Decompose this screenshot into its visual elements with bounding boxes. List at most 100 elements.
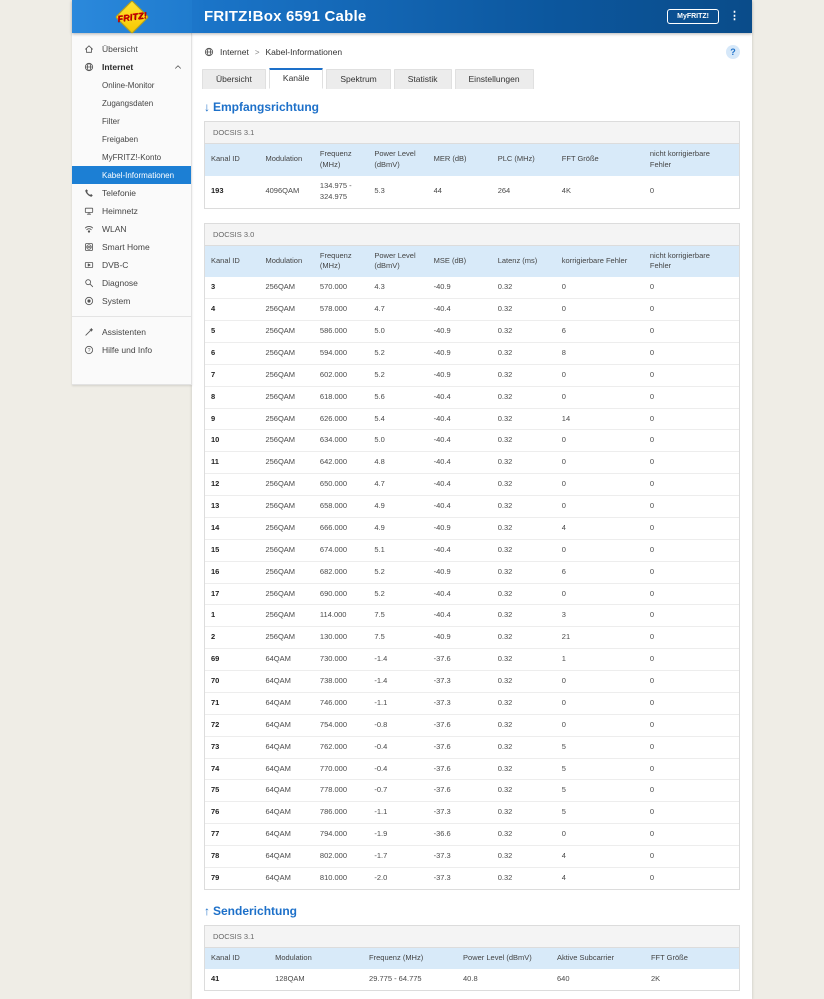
- table-cell: 64QAM: [259, 758, 314, 781]
- table-cell: 618.000: [313, 386, 369, 409]
- table-cell: 5.2: [368, 583, 428, 606]
- table-cell: 0: [555, 583, 644, 606]
- wifi-icon: [84, 226, 94, 233]
- table-cell: 5.3: [374, 186, 385, 196]
- page-title: FRITZ!Box 6591 Cable: [204, 8, 367, 25]
- table-cell: 0.32: [491, 277, 556, 300]
- table-cell: 0: [643, 561, 739, 584]
- table-cell: 0: [555, 298, 644, 321]
- tab-einstellungen[interactable]: Einstellungen: [454, 69, 534, 89]
- table-cell: 0.32: [491, 583, 556, 606]
- table-cell: 12: [205, 473, 260, 496]
- table-cell: -40.4: [427, 473, 492, 496]
- sidebar-item-kabel-informationen[interactable]: Kabel-Informationen: [72, 166, 191, 184]
- sidebar-item-freigaben[interactable]: Freigaben: [72, 130, 191, 148]
- table-cell: 746.000: [313, 692, 369, 715]
- table-cell: 76: [205, 801, 260, 825]
- table-cell: 0.32: [491, 648, 556, 671]
- table-cell: -40.9: [427, 517, 492, 540]
- table-cell: 6: [555, 320, 644, 343]
- table-cell: 64QAM: [259, 845, 314, 868]
- help-button[interactable]: ?: [726, 45, 740, 59]
- fritz-logo[interactable]: FRITZ!: [72, 0, 192, 34]
- table-cell: 256QAM: [259, 277, 314, 300]
- sidebar-item-filter[interactable]: Filter: [72, 112, 191, 130]
- tab-statistik[interactable]: Statistik: [393, 69, 452, 89]
- down-arrow-icon: ↓: [204, 100, 210, 114]
- table-cell: 41: [211, 973, 220, 983]
- table-cell: 0: [643, 692, 739, 715]
- table-cell: -40.4: [427, 451, 492, 475]
- table-cell: 0.32: [491, 364, 556, 387]
- table-row: 74 64QAM 770.000 -0.4 -37.6 0.32 5 0: [205, 758, 739, 781]
- sidebar-item-wlan[interactable]: WLAN: [72, 220, 191, 238]
- table-cell: 594.000: [313, 342, 369, 365]
- tab-uebersicht[interactable]: Übersicht: [202, 69, 266, 89]
- table-cell: 0: [555, 429, 644, 453]
- sidebar-item-smart-home[interactable]: Smart Home: [72, 238, 191, 256]
- column-header: nicht korrigierbare Fehler: [643, 245, 739, 278]
- tab-kanaele[interactable]: Kanäle: [268, 68, 324, 89]
- section-heading-senderichtung[interactable]: ↑ Senderichtung: [204, 904, 740, 918]
- table-cell: 0.32: [491, 692, 556, 715]
- sidebar-item-diagnose[interactable]: Diagnose: [72, 274, 191, 292]
- target-icon: [84, 296, 94, 306]
- table-cell: 3: [205, 277, 260, 300]
- sidebar-item-label: System: [102, 296, 131, 306]
- column-header: Frequenz (MHz): [313, 144, 369, 176]
- sidebar-item-system[interactable]: System: [72, 292, 191, 310]
- table-cell: -40.9: [427, 364, 492, 387]
- home-icon: [85, 45, 93, 53]
- phone-icon: [85, 189, 93, 197]
- sidebar-divider: [72, 316, 191, 317]
- table-cell: 5: [555, 736, 644, 759]
- table-cell: 0: [643, 823, 739, 846]
- table-cell: 75: [205, 779, 260, 803]
- table-cell: -0.4: [368, 758, 428, 781]
- kebab-menu-icon[interactable]: ⋮: [729, 11, 740, 22]
- sidebar-item-myfritz-konto[interactable]: MyFRITZ!-Konto: [72, 148, 191, 166]
- table-cell: 5.2: [368, 342, 428, 365]
- table-cell: 0.32: [491, 604, 556, 628]
- sidebar-item-label: Internet: [102, 62, 134, 72]
- table-cell: 0: [643, 626, 739, 650]
- table-cell: 17: [205, 583, 260, 606]
- column-header: Modulation: [269, 947, 364, 969]
- breadcrumb-internet[interactable]: Internet: [220, 47, 249, 57]
- sidebar-item-online-monitor[interactable]: Online-Monitor: [72, 76, 191, 94]
- sidebar-item-uebersicht[interactable]: Übersicht: [72, 40, 191, 58]
- table-cell: 29.775 - 64.775: [369, 973, 422, 983]
- table-cell: -37.6: [427, 648, 492, 671]
- sidebar-item-assistenten[interactable]: Assistenten: [72, 323, 191, 341]
- tab-spektrum[interactable]: Spektrum: [326, 69, 391, 89]
- sidebar-item-label: Heimnetz: [102, 206, 138, 216]
- table-cell: 0.32: [497, 872, 513, 882]
- table-cell: 5: [555, 779, 644, 803]
- table-cell: 71: [205, 692, 260, 715]
- table-cell: 666.000: [313, 517, 369, 540]
- sidebar-item-dvb-c[interactable]: DVB-C: [72, 256, 191, 274]
- table-cell: 0.32: [491, 561, 556, 584]
- table-cell: -40.9: [427, 277, 492, 300]
- myfritz-button[interactable]: MyFRITZ!: [667, 9, 719, 24]
- sidebar-item-label: Smart Home: [102, 242, 150, 252]
- table-row: 71 64QAM 746.000 -1.1 -37.3 0.32 0 0: [205, 692, 739, 715]
- table-cell: 0.32: [491, 758, 556, 781]
- section-heading-empfangsrichtung[interactable]: ↓ Empfangsrichtung: [204, 100, 740, 114]
- table-cell: 77: [205, 823, 260, 846]
- column-header: FFT Größe: [555, 144, 644, 176]
- table-cell: 0: [643, 342, 739, 365]
- sidebar-item-hilfe[interactable]: ? Hilfe und Info: [72, 341, 191, 359]
- sidebar-item-internet[interactable]: Internet: [72, 58, 191, 76]
- table-cell: -40.4: [427, 429, 492, 453]
- table-cell: 4: [555, 517, 644, 540]
- table-cell: 690.000: [313, 583, 369, 606]
- table-row: 77 64QAM 794.000 -1.9 -36.6 0.32 0 0: [205, 823, 739, 846]
- sidebar-item-heimnetz[interactable]: Heimnetz: [72, 202, 191, 220]
- table-cell: 14: [205, 517, 260, 540]
- column-header: Power Level (dBmV): [368, 245, 428, 278]
- table-cell: 0: [643, 429, 739, 453]
- sidebar-item-telefonie[interactable]: Telefonie: [72, 184, 191, 202]
- sidebar-item-zugangsdaten[interactable]: Zugangsdaten: [72, 94, 191, 112]
- table-row: 72 64QAM 754.000 -0.8 -37.6 0.32 0 0: [205, 714, 739, 737]
